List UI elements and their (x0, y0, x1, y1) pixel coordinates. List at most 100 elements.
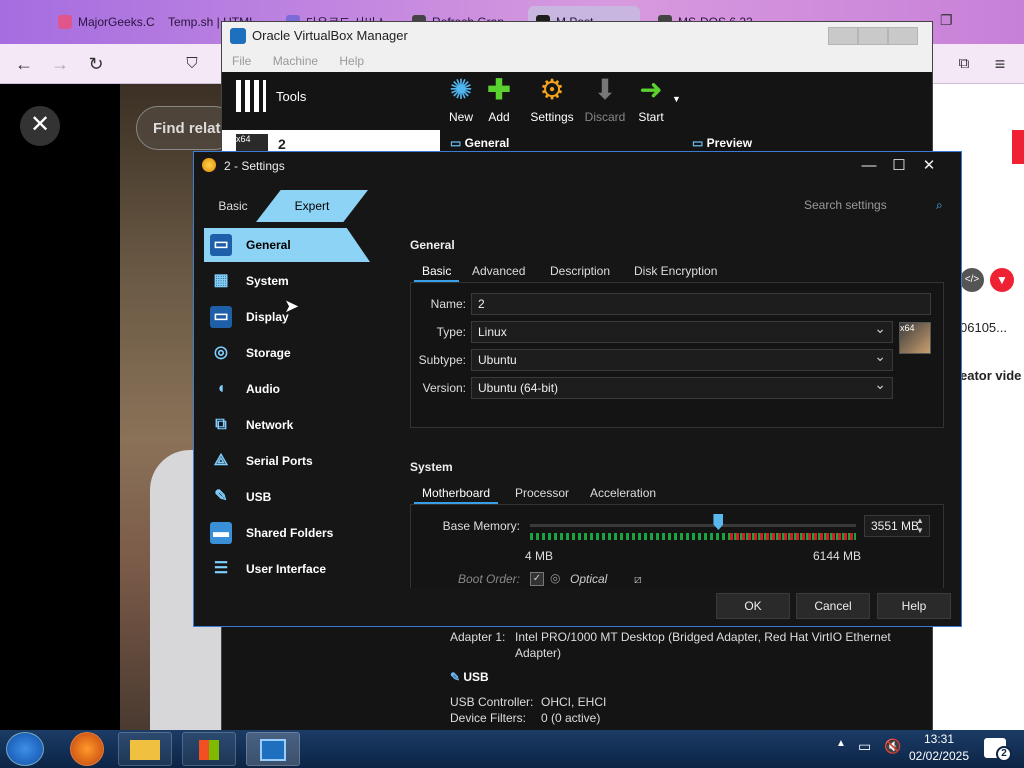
close-button[interactable]: ✕ (914, 152, 944, 180)
search-input[interactable]: Search settings ⌕ (804, 194, 954, 216)
add-button[interactable]: ✚ Add (474, 74, 524, 124)
embed-icon[interactable]: </> (960, 268, 984, 292)
tab-disk-encryption[interactable]: Disk Encryption (634, 264, 717, 282)
boot-order-checkbox[interactable]: ✓ (530, 572, 544, 586)
general-heading: General (410, 238, 455, 252)
forward-icon[interactable]: → (48, 52, 72, 76)
store-icon[interactable] (182, 732, 236, 766)
tab-acceleration[interactable]: Acceleration (590, 486, 656, 504)
vbm-usb-heading: ✎ USB (450, 670, 489, 684)
tools-button[interactable]: Tools (236, 80, 306, 112)
discard-button[interactable]: ⬇ Discard (580, 74, 630, 124)
menu-icon[interactable]: ≡ (988, 52, 1012, 76)
pinterest-icon[interactable]: ▼ (990, 268, 1014, 292)
close-button[interactable] (888, 27, 918, 45)
name-field[interactable]: 2 (471, 293, 931, 315)
settings-titlebar: 2 - Settings — ☐ ✕ (194, 152, 961, 180)
usb-icon: ✎ (214, 488, 228, 505)
clock[interactable]: 13:31 02/02/2025 (904, 731, 974, 767)
maximize-button[interactable]: ☐ (884, 152, 914, 180)
network-tray-icon[interactable]: ▭ (858, 738, 871, 755)
help-button[interactable]: Help (877, 593, 951, 619)
nav-network[interactable]: ⧉ Network (204, 408, 370, 442)
nav-shared-folders[interactable]: ▬ Shared Folders (204, 516, 370, 550)
serial-ports-icon: ⟁ (213, 452, 229, 469)
virtualbox-taskbar-icon[interactable] (246, 732, 300, 766)
extensions-icon[interactable]: ⧉ (952, 52, 976, 76)
tab-motherboard[interactable]: Motherboard (414, 486, 499, 504)
usb-controller-value: OHCI, EHCI (541, 695, 607, 709)
basic-mode-tab[interactable]: Basic (208, 190, 258, 222)
shield-icon[interactable]: ⛉ (180, 52, 204, 76)
nav-system[interactable]: ▦ System (204, 264, 370, 298)
menu-help[interactable]: Help (339, 54, 364, 68)
ubuntu-os-icon: x64 (899, 322, 931, 354)
back-icon[interactable]: ← (12, 52, 36, 76)
menu-machine[interactable]: Machine (273, 54, 318, 68)
nav-serial-ports[interactable]: ⟁ Serial Ports (204, 444, 370, 478)
boot-item-optical[interactable]: Optical (570, 572, 607, 586)
nav-storage[interactable]: ◎ Storage (204, 336, 370, 370)
move-boot-item-icon[interactable]: ⧄ (634, 572, 642, 587)
tab-processor[interactable]: Processor (515, 486, 569, 504)
close-icon[interactable]: ✕ (20, 106, 60, 146)
user-interface-icon: ☰ (213, 560, 229, 577)
nav-user-interface[interactable]: ☰ User Interface (204, 552, 370, 586)
minimize-button[interactable]: — (854, 152, 884, 180)
adapter-label: Adapter 1: (450, 630, 506, 644)
display-icon: ▭ (210, 306, 232, 328)
id-text: 06105... (960, 320, 1007, 335)
volume-icon[interactable]: 🔇 (884, 738, 901, 755)
system-heading: System (410, 460, 453, 474)
nav-usb[interactable]: ✎ USB (204, 480, 370, 514)
monitor-icon: ▭ (692, 136, 707, 150)
memory-slider-track[interactable] (530, 524, 856, 527)
name-label: Name: (430, 297, 466, 311)
cancel-button[interactable]: Cancel (796, 593, 870, 619)
memory-min-label: 4 MB (525, 549, 554, 563)
adapter-value: Intel PRO/1000 MT Desktop (Bridged Adapt… (515, 630, 891, 644)
general-icon: ▭ (210, 234, 232, 256)
tab-advanced[interactable]: Advanced (472, 264, 525, 282)
tray-overflow-icon[interactable]: ▲ (836, 738, 846, 749)
notification-center-icon[interactable]: 2 (984, 738, 1012, 762)
vbm-preview-heading: ▭ Preview (692, 136, 753, 150)
version-select[interactable]: Ubuntu (64-bit) (471, 374, 893, 399)
tab-basic[interactable]: Basic (414, 264, 460, 282)
minimize-button[interactable] (828, 27, 858, 45)
file-explorer-icon[interactable] (118, 732, 172, 766)
usb-icon: ✎ (450, 670, 464, 684)
reload-icon[interactable]: ↻ (84, 52, 108, 76)
new-icon: ✺ (449, 74, 473, 105)
mouse-cursor-icon: ➤ (284, 296, 300, 316)
boot-order-label: Boot Order: (457, 572, 520, 586)
start-button[interactable]: ➜ Start (626, 74, 676, 124)
settings-dialog: 2 - Settings — ☐ ✕ Basic Expert Search s… (193, 151, 962, 627)
start-button[interactable] (6, 732, 44, 766)
restore-icon[interactable]: ❐ (940, 12, 953, 29)
browser-tab[interactable]: MajorGeeks.C (50, 6, 154, 38)
tab-description[interactable]: Description (550, 264, 610, 282)
settings-button[interactable]: ⚙ Settings (527, 74, 577, 124)
start-icon: ➜ (639, 74, 663, 105)
creator-text: eator vide (960, 368, 1022, 383)
subtype-select[interactable]: Ubuntu (471, 346, 893, 371)
nav-audio[interactable]: ◖ Audio (204, 372, 370, 406)
device-filters-value: 0 (0 active) (541, 711, 601, 725)
firefox-icon[interactable] (70, 732, 104, 766)
maximize-button[interactable] (858, 27, 888, 45)
menu-file[interactable]: File (232, 54, 251, 68)
settings-icon: ⚙ (539, 74, 565, 105)
optical-disc-icon: ◎ (550, 571, 561, 585)
version-label: Version: (422, 381, 466, 395)
vbm-titlebar: Oracle VirtualBox Manager (222, 22, 932, 50)
expert-mode-tab[interactable]: Expert (256, 190, 368, 222)
vbm-menubar: File Machine Help (222, 50, 932, 72)
nav-general[interactable]: ▭ General (204, 228, 370, 262)
ok-button[interactable]: OK (716, 593, 790, 619)
start-dropdown-icon[interactable]: ▼ (672, 94, 681, 104)
type-select[interactable]: Linux (471, 318, 893, 343)
discard-icon: ⬇ (593, 74, 617, 105)
search-icon: ⌕ (936, 198, 943, 212)
spin-arrows-icon[interactable]: ▲ ▼ (916, 516, 924, 536)
